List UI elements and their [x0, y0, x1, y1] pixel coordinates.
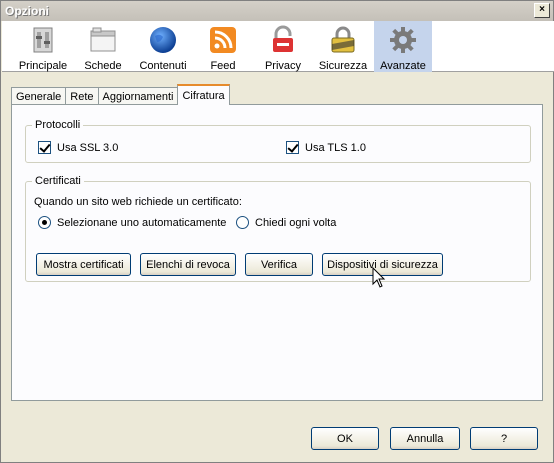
gear-icon [387, 24, 419, 56]
tls1-label: Usa TLS 1.0 [305, 141, 366, 154]
pane-label: Sicurezza [318, 60, 368, 72]
ok-button[interactable]: OK [311, 427, 379, 450]
pane-avanzate[interactable]: Avanzate [374, 21, 432, 72]
security-padlock-icon [327, 24, 359, 56]
checkbox-checked-icon[interactable] [286, 141, 299, 154]
certificate-question: Quando un sito web richiede un certifica… [34, 196, 242, 208]
pane-label: Contenuti [139, 60, 187, 72]
tab-strip: Generale Rete Aggiornamenti Cifratura [11, 84, 230, 105]
cifratura-panel: Protocolli Usa SSL 3.0 Usa TLS 1.0 Certi… [11, 104, 543, 401]
mouse-pointer-icon [372, 266, 386, 289]
tab-aggiornamenti[interactable]: Aggiornamenti [97, 87, 179, 105]
cancel-button[interactable]: Annulla [390, 427, 460, 450]
ssl3-checkbox[interactable]: Usa SSL 3.0 [38, 141, 118, 154]
pane-label: Privacy [264, 60, 302, 72]
preferences-toolbar: Principale Schede Contenuti Feed Privacy… [2, 21, 554, 72]
pane-principale[interactable]: Principale [14, 21, 72, 72]
radio-select-automatically[interactable]: Selezionane uno automaticamente [38, 216, 226, 229]
radio-ask-every-time[interactable]: Chiedi ogni volta [236, 216, 336, 229]
options-dialog: Opzioni × Principale Schede Contenuti Fe… [0, 0, 554, 463]
globe-icon [147, 24, 179, 56]
radio-ask-label: Chiedi ogni volta [255, 216, 337, 229]
verify-button[interactable]: Verifica [245, 253, 313, 276]
rss-feed-icon [207, 24, 239, 56]
pane-label: Avanzate [380, 60, 426, 72]
tabs-icon [87, 24, 119, 56]
show-certificates-button[interactable]: Mostra certificati [36, 253, 131, 276]
pane-privacy[interactable]: Privacy [254, 21, 312, 72]
pane-label: Principale [18, 60, 68, 72]
radio-unselected-icon[interactable] [236, 216, 249, 229]
pane-feed[interactable]: Feed [194, 21, 252, 72]
protocols-group: Protocolli Usa SSL 3.0 Usa TLS 1.0 [25, 119, 531, 163]
tls1-checkbox[interactable]: Usa TLS 1.0 [286, 141, 366, 154]
pane-sicurezza[interactable]: Sicurezza [314, 21, 372, 72]
protocols-legend: Protocolli [32, 119, 84, 131]
radio-auto-label: Selezionane uno automaticamente [57, 216, 227, 229]
certificates-legend: Certificati [32, 175, 84, 187]
checkbox-checked-icon[interactable] [38, 141, 51, 154]
pane-label: Schede [84, 60, 122, 72]
pane-contenuti[interactable]: Contenuti [134, 21, 192, 72]
help-button[interactable]: ? [470, 427, 538, 450]
general-settings-icon [27, 24, 59, 56]
tab-rete[interactable]: Rete [65, 87, 99, 105]
pane-schede[interactable]: Schede [74, 21, 132, 72]
tab-cifratura[interactable]: Cifratura [177, 84, 230, 105]
certificates-group: Certificati Quando un sito web richiede … [25, 175, 531, 282]
window-title: Opzioni [5, 4, 49, 18]
pane-label: Feed [210, 60, 236, 72]
ssl3-label: Usa SSL 3.0 [57, 141, 119, 154]
title-bar[interactable]: Opzioni × [1, 1, 553, 21]
close-button[interactable]: × [534, 3, 550, 18]
tab-generale[interactable]: Generale [11, 87, 67, 105]
radio-selected-icon[interactable] [38, 216, 51, 229]
privacy-lock-icon [267, 24, 299, 56]
revocation-lists-button[interactable]: Elenchi di revoca [140, 253, 236, 276]
